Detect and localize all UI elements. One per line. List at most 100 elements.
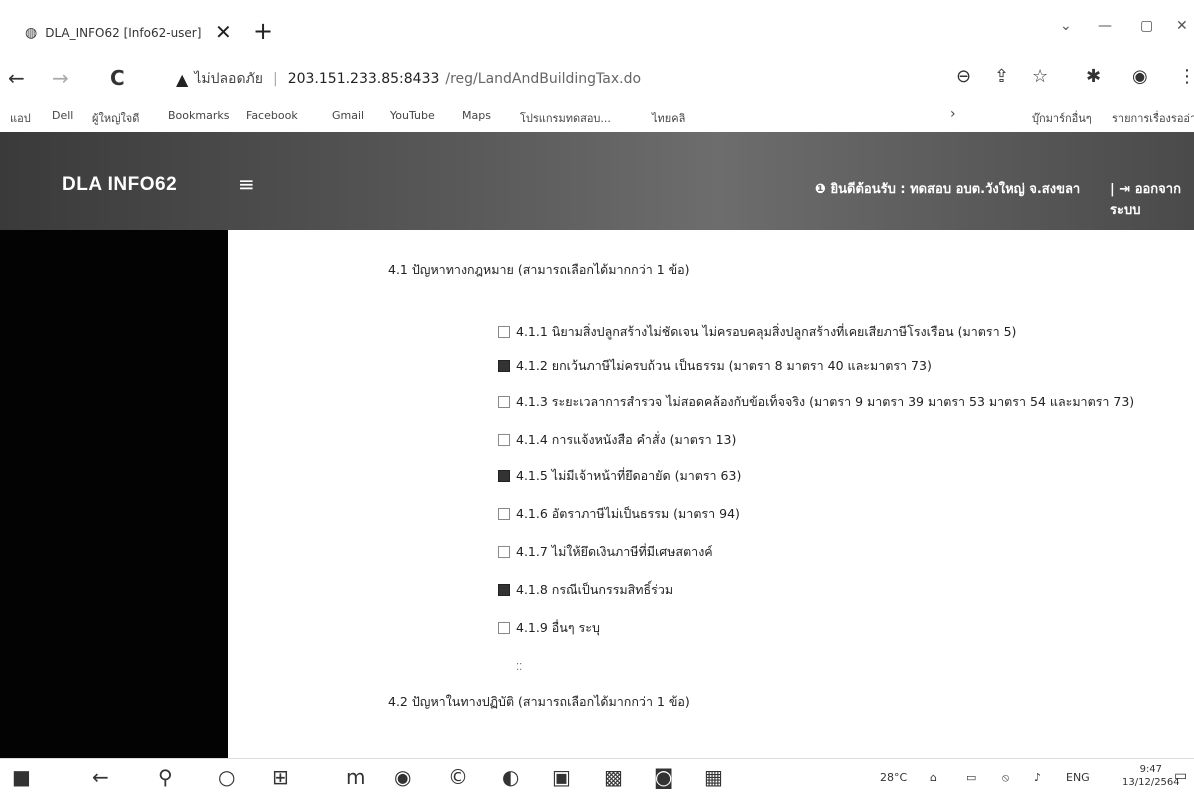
option-4-1-3[interactable]: 4.1.3 ระยะเวลาการสำรวจ ไม่สอดคล้องกับข้อ… xyxy=(498,392,1134,412)
network-icon[interactable]: ⦸ xyxy=(1002,771,1009,785)
browser-address-bar: ← → C ▲ ไม่ปลอดภัย | 203.151.233.85:8433… xyxy=(0,60,1194,100)
app-icon[interactable]: ▣ xyxy=(552,765,571,789)
insecure-label: ไม่ปลอดภัย xyxy=(194,71,263,87)
search-icon[interactable]: ⚲ xyxy=(158,765,173,789)
option-label: 4.1.7 ไม่ให้ยึดเงินภาษีที่มีเศษสตางค์ xyxy=(516,544,713,559)
section-heading: 4.2 ปัญหาในทางปฏิบัติ (สามารถเลือกได้มาก… xyxy=(388,694,690,709)
option-4-1-9[interactable]: 4.1.9 อื่นๆ ระบุ xyxy=(498,618,600,638)
url-host: 203.151.233.85:8433 xyxy=(287,71,440,87)
checkbox[interactable] xyxy=(498,470,510,482)
language-indicator[interactable]: ENG xyxy=(1066,771,1090,784)
browser-tabbar: ◍ DLA_INFO62 [Info62-user] ✕ + ⌄ — ▢ ✕ xyxy=(0,0,1194,60)
share-icon[interactable]: ⇪ xyxy=(994,66,1009,87)
option-label: 4.1.5 ไม่มีเจ้าหน้าที่ยึดอายัด (มาตรา 63… xyxy=(516,468,742,483)
warning-icon: ▲ xyxy=(176,69,189,89)
tab-title: DLA_INFO62 [Info62-user] xyxy=(45,26,202,40)
section-heading: 4.1 ปัญหาทางกฎหมาย (สามารถเลือกได้มากกว่… xyxy=(388,262,690,277)
checkbox[interactable] xyxy=(498,326,510,338)
bookmark-youtube[interactable]: YouTube xyxy=(390,109,435,122)
task-view-icon[interactable]: ⊞ xyxy=(272,765,289,789)
browser-tab[interactable]: ◍ DLA_INFO62 [Info62-user] ✕ + xyxy=(25,17,273,48)
reload-icon[interactable]: C xyxy=(110,66,125,90)
app-icon[interactable]: ▩ xyxy=(604,765,623,789)
app-header: DLA INFO62 ≡ ❶ ยินดีต้อนรับ : ทดสอบ อบต.… xyxy=(0,132,1194,230)
weather-temp[interactable]: 28°C xyxy=(880,771,907,784)
bookmark-dell[interactable]: Dell xyxy=(52,109,73,122)
bookmark-facebook[interactable]: Facebook xyxy=(246,109,298,122)
battery-icon[interactable]: ▭ xyxy=(966,771,976,784)
option-4-1-7[interactable]: 4.1.7 ไม่ให้ยึดเงินภาษีที่มีเศษสตางค์ xyxy=(498,542,713,562)
app-icon[interactable]: © xyxy=(448,765,468,789)
other-textarea-resize-handle[interactable]: ⁚⁚ xyxy=(516,662,522,673)
bookmark-apps[interactable]: แอป xyxy=(10,109,31,127)
zoom-icon[interactable]: ⊖ xyxy=(956,66,971,87)
tab-close-icon[interactable]: ✕ xyxy=(215,20,232,44)
option-label: 4.1.9 อื่นๆ ระบุ xyxy=(516,620,600,635)
option-4-1-6[interactable]: 4.1.6 อัตราภาษีไม่เป็นธรรม (มาตรา 94) xyxy=(498,504,740,524)
app-icon[interactable]: ▦ xyxy=(704,765,723,789)
chrome-icon[interactable]: ◐ xyxy=(502,765,519,789)
start-icon[interactable]: ■ xyxy=(12,765,31,789)
url-field[interactable]: ▲ ไม่ปลอดภัย | 203.151.233.85:8433/reg/L… xyxy=(176,68,641,90)
other-bookmarks[interactable]: บุ๊กมาร์กอื่นๆ xyxy=(1032,109,1092,127)
bookmark-item[interactable]: โปรแกรมทดสอบ... xyxy=(520,109,611,127)
extension-icon[interactable]: ✱ xyxy=(1086,66,1101,87)
windows-taskbar: ■ ← ⚲ ○ ⊞ m ◉ © ◐ ▣ ▩ ◙ ▦ 28°C ⌂ ▭ ⦸ ♪ E… xyxy=(0,758,1194,795)
forward-icon[interactable]: → xyxy=(52,66,69,90)
bookmark-item[interactable]: ไทยคลิ xyxy=(652,109,685,127)
url-separator: | xyxy=(272,71,278,87)
option-label: 4.1.4 การแจ้งหนังสือ คำสั่ง (มาตรา 13) xyxy=(516,432,737,447)
url-path: /reg/LandAndBuildingTax.do xyxy=(445,71,642,87)
option-label: 4.1.8 กรณีเป็นกรรมสิทธิ์ร่วม xyxy=(516,582,674,597)
taskbar-clock[interactable]: 9:47 13/12/2564 xyxy=(1122,763,1180,789)
hamburger-menu-icon[interactable]: ≡ xyxy=(238,172,255,196)
bookmarks-more-icon[interactable]: › xyxy=(950,106,956,122)
more-menu-icon[interactable]: ⋮ xyxy=(1178,66,1194,87)
bookmarks-bar: แอป Dell ผู้ใหญ่ใจดี Bookmarks Facebook … xyxy=(0,100,1194,132)
bookmark-gmail[interactable]: Gmail xyxy=(332,109,364,122)
main-content: 4.1 ปัญหาทางกฎหมาย (สามารถเลือกได้มากกว่… xyxy=(228,230,1194,758)
checkbox[interactable] xyxy=(498,360,510,372)
bookmark-maps[interactable]: Maps xyxy=(462,109,491,122)
option-4-1-2[interactable]: 4.1.2 ยกเว้นภาษีไม่ครบถ้วน เป็นธรรม (มาต… xyxy=(498,356,932,376)
checkbox[interactable] xyxy=(498,434,510,446)
option-4-1-8[interactable]: 4.1.8 กรณีเป็นกรรมสิทธิ์ร่วม xyxy=(498,580,673,600)
option-4-1-5[interactable]: 4.1.5 ไม่มีเจ้าหน้าที่ยึดอายัด (มาตรา 63… xyxy=(498,466,741,486)
app-icon[interactable]: ◙ xyxy=(654,765,673,789)
profile-icon[interactable]: ◉ xyxy=(1132,66,1148,87)
checkbox[interactable] xyxy=(498,584,510,596)
tab-search-icon[interactable]: ⌄ xyxy=(1060,18,1072,34)
minimize-icon[interactable]: — xyxy=(1098,18,1112,34)
app-icon[interactable]: ◉ xyxy=(394,765,411,789)
new-tab-icon[interactable]: + xyxy=(253,17,273,45)
sidebar xyxy=(0,230,228,758)
logout-link[interactable]: | ⇥ ออกจากระบบ xyxy=(1110,178,1194,220)
checkbox[interactable] xyxy=(498,508,510,520)
globe-icon: ◍ xyxy=(25,25,38,41)
app-icon[interactable]: m xyxy=(346,765,365,789)
bookmark-item[interactable]: ผู้ใหญ่ใจดี xyxy=(92,109,139,127)
reading-list[interactable]: รายการเรื่องรออ่าน xyxy=(1112,109,1194,127)
back-icon[interactable]: ← xyxy=(8,66,25,90)
option-label: 4.1.6 อัตราภาษีไม่เป็นธรรม (มาตรา 94) xyxy=(516,506,740,521)
option-label: 4.1.3 ระยะเวลาการสำรวจ ไม่สอดคล้องกับข้อ… xyxy=(516,394,1135,409)
app-brand[interactable]: DLA INFO62 xyxy=(62,174,177,196)
bookmark-bookmarks[interactable]: Bookmarks xyxy=(168,109,229,122)
maximize-icon[interactable]: ▢ xyxy=(1140,18,1153,34)
clock-time: 9:47 xyxy=(1139,764,1163,775)
checkbox[interactable] xyxy=(498,546,510,558)
checkbox[interactable] xyxy=(498,396,510,408)
cortana-icon[interactable]: ○ xyxy=(218,765,235,789)
notification-icon[interactable]: ▭ xyxy=(1174,768,1187,784)
volume-icon[interactable]: ♪ xyxy=(1034,771,1041,784)
back-icon[interactable]: ← xyxy=(92,765,109,789)
option-label: 4.1.2 ยกเว้นภาษีไม่ครบถ้วน เป็นธรรม (มาต… xyxy=(516,358,932,373)
tray-icon[interactable]: ⌂ xyxy=(930,771,937,784)
checkbox[interactable] xyxy=(498,622,510,634)
option-4-1-1[interactable]: 4.1.1 นิยามสิ่งปลูกสร้างไม่ชัดเจน ไม่ครอ… xyxy=(498,322,1016,342)
option-4-1-4[interactable]: 4.1.4 การแจ้งหนังสือ คำสั่ง (มาตรา 13) xyxy=(498,430,736,450)
star-icon[interactable]: ☆ xyxy=(1032,66,1048,87)
welcome-user[interactable]: ❶ ยินดีต้อนรับ : ทดสอบ อบต.วังใหญ่ จ.สงข… xyxy=(815,178,1080,199)
window-close-icon[interactable]: ✕ xyxy=(1176,18,1188,34)
option-label: 4.1.1 นิยามสิ่งปลูกสร้างไม่ชัดเจน ไม่ครอ… xyxy=(516,324,1017,339)
